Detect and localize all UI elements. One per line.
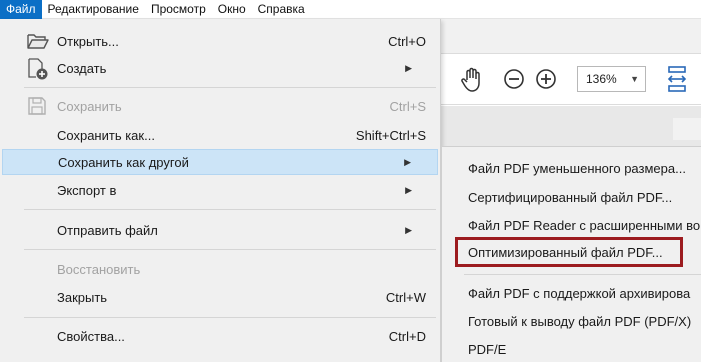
submenu-item-certified-pdf[interactable]: Сертифицированный файл PDF... — [446, 184, 701, 210]
submenu-item-print-ready-pdf[interactable]: Готовый к выводу файл PDF (PDF/X) — [446, 308, 701, 334]
submenu-item-reduced-size-pdf[interactable]: Файл PDF уменьшенного размера... — [446, 155, 701, 181]
menu-separator — [24, 87, 436, 88]
chevron-right-icon: ▶ — [405, 184, 412, 195]
menu-file[interactable]: Файл — [0, 0, 42, 19]
submenu-item-reader-extended-pdf[interactable]: Файл PDF Reader с расширенными во — [446, 212, 701, 238]
menu-separator — [24, 209, 436, 210]
submenu-item-archivable-pdf[interactable]: Файл PDF с поддержкой архивирова — [446, 280, 701, 306]
chevron-right-icon: ▶ — [404, 156, 411, 167]
menu-item-properties[interactable]: Свойства... Ctrl+D — [2, 323, 438, 349]
menu-item-export[interactable]: Экспорт в ▶ — [2, 177, 438, 203]
menu-separator — [24, 249, 436, 250]
menu-item-save-as[interactable]: Сохранить как... Shift+Ctrl+S — [2, 122, 438, 148]
menu-edit[interactable]: Редактирование — [42, 0, 145, 19]
save-as-other-submenu: Файл PDF уменьшенного размера... Сертифи… — [441, 146, 701, 362]
menu-item-close[interactable]: Закрыть Ctrl+W — [2, 284, 438, 310]
menu-help[interactable]: Справка — [252, 0, 311, 19]
menu-item-save-as-other[interactable]: Сохранить как другой ▶ — [2, 149, 438, 175]
file-menu: Открыть... Ctrl+O Создать ▶ Сохранить Ct… — [0, 19, 441, 362]
new-document-icon — [26, 58, 50, 80]
menu-separator — [464, 274, 701, 275]
chevron-down-icon: ▼ — [630, 74, 639, 84]
menu-bar: Файл Редактирование Просмотр Окно Справк… — [0, 0, 701, 19]
folder-open-icon — [26, 31, 50, 51]
submenu-item-pdf-e[interactable]: PDF/E — [446, 336, 701, 362]
tab-strip — [440, 19, 701, 54]
save-icon — [26, 96, 50, 116]
zoom-in-icon[interactable] — [535, 68, 557, 90]
chevron-right-icon: ▶ — [405, 224, 412, 235]
chevron-right-icon: ▶ — [405, 62, 412, 73]
hand-icon[interactable] — [459, 66, 485, 94]
menu-view[interactable]: Просмотр — [145, 0, 212, 19]
submenu-item-optimized-pdf[interactable]: Оптимизированный файл PDF... — [455, 237, 683, 267]
zoom-select[interactable]: 136% ▼ — [577, 66, 646, 92]
menu-separator — [24, 317, 436, 318]
menu-item-send-file[interactable]: Отправить файл ▶ — [2, 217, 438, 243]
menu-item-restore[interactable]: Восстановить — [2, 256, 438, 282]
menu-item-open[interactable]: Открыть... Ctrl+O — [2, 28, 438, 54]
menu-window[interactable]: Окно — [212, 0, 252, 19]
zoom-out-icon[interactable] — [503, 68, 525, 90]
menu-item-create[interactable]: Создать ▶ — [2, 55, 438, 81]
page-thumbnail — [673, 118, 701, 140]
menu-item-save[interactable]: Сохранить Ctrl+S — [2, 93, 438, 119]
zoom-value: 136% — [586, 72, 617, 86]
fit-width-icon[interactable] — [665, 64, 689, 94]
